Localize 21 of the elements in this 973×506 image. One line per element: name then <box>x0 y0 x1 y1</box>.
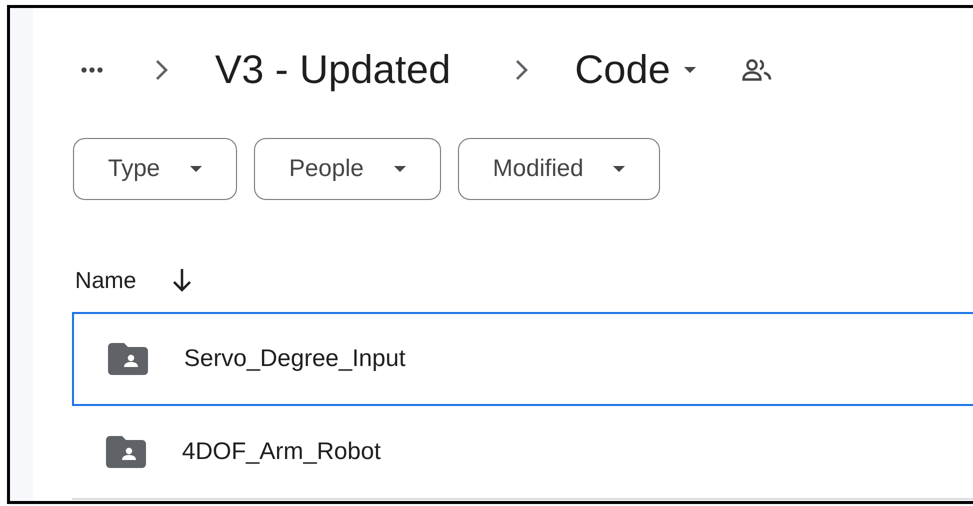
shared-folder-icon <box>108 343 148 375</box>
filter-chip[interactable]: Type <box>73 138 238 200</box>
chevron-icon <box>155 59 169 81</box>
people-icon <box>742 59 772 81</box>
filter-chip[interactable]: People <box>254 138 441 200</box>
arrow-down-icon[interactable] <box>172 268 192 292</box>
more-icon[interactable] <box>81 67 103 73</box>
filter-chip[interactable]: Modified <box>458 138 660 200</box>
caret-icon <box>394 166 406 172</box>
chevron-icon <box>514 59 529 81</box>
shared-folder-icon <box>106 436 146 468</box>
folder-name: 4DOF_Arm_Robot <box>182 438 381 466</box>
breadcrumb-link[interactable]: V3 - Updated <box>215 48 451 92</box>
caret-icon <box>613 166 626 172</box>
folder-name: Servo_Degree_Input <box>184 345 406 373</box>
folder-row[interactable]: Servo_Degree_Input <box>72 312 973 406</box>
folder-row[interactable]: 4DOF_Arm_Robot <box>72 406 973 500</box>
current-folder-button[interactable]: Code <box>574 48 696 92</box>
caret-icon <box>190 166 202 172</box>
column-header[interactable]: Name <box>75 266 136 294</box>
caret-icon <box>684 67 696 73</box>
